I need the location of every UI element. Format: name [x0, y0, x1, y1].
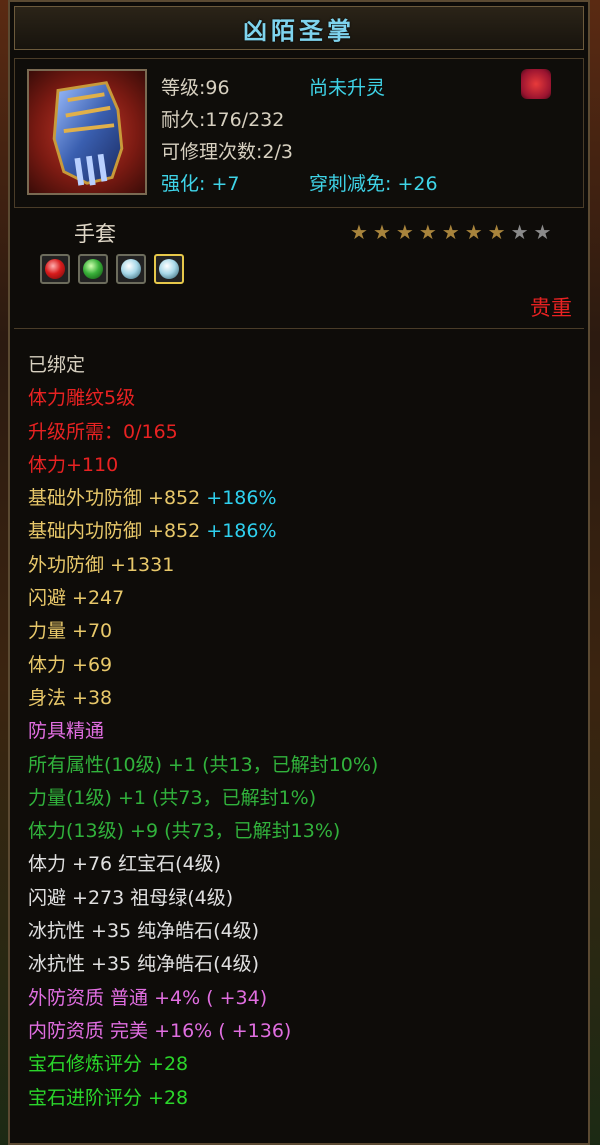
- background-right-edge: [590, 0, 600, 1145]
- attribute-text: 宝石修炼评分 +28: [28, 1053, 189, 1076]
- star-icon: ★: [350, 220, 368, 244]
- rarity-label: 贵重: [530, 296, 572, 320]
- attribute-line: 宝石进阶评分 +28: [28, 1082, 378, 1115]
- attribute-text: 防具精通: [28, 720, 105, 743]
- attribute-line: 已绑定: [28, 349, 378, 382]
- attribute-line: 体力 +69: [28, 649, 378, 682]
- attribute-text: 基础外功防御 +852: [28, 487, 201, 510]
- attribute-line: 基础内功防御 +852 +186%: [28, 515, 378, 548]
- attribute-text: 体力雕纹5级: [28, 387, 136, 410]
- star-icon: ★: [487, 220, 506, 244]
- attribute-line: 体力(13级) +9 (共73，已解封13%): [28, 815, 378, 848]
- gem-socket[interactable]: [78, 254, 108, 284]
- attribute-line: 基础外功防御 +852 +186%: [28, 482, 378, 515]
- attribute-line: 体力 +76 红宝石(4级): [28, 848, 378, 881]
- attribute-text: 身法 +38: [28, 686, 113, 709]
- attribute-text: 体力+110: [28, 453, 119, 476]
- star-rating: ★ ★ ★ ★ ★ ★ ★ ★ ★: [350, 222, 551, 242]
- attribute-line: 内防资质 完美 +16% ( +136): [28, 1015, 378, 1048]
- gem-socket[interactable]: [154, 254, 184, 284]
- attribute-line: 冰抗性 +35 纯净皓石(4级): [28, 915, 378, 948]
- pure-gem-icon: [121, 259, 141, 279]
- attribute-line: 防具精通: [28, 715, 378, 748]
- attribute-text: 宝石进阶评分 +28: [28, 1086, 189, 1109]
- attribute-line: 身法 +38: [28, 682, 378, 715]
- star-icon: ★: [464, 220, 483, 244]
- item-name: 凶陌圣掌: [243, 16, 355, 45]
- item-subheader: 手套 ★ ★ ★ ★ ★ ★ ★ ★ ★ 贵重: [14, 212, 584, 322]
- item-level: 等级:96: [161, 77, 230, 99]
- attribute-text: 基础内功防御 +852: [28, 520, 201, 543]
- attribute-text: 体力 +69: [28, 653, 113, 676]
- attribute-text: 体力(13级) +9 (共73，已解封13%): [28, 820, 341, 843]
- attribute-text: 冰抗性 +35 纯净皓石(4级): [28, 953, 260, 976]
- attribute-text: 力量 +70: [28, 620, 113, 643]
- attribute-line: 力量(1级) +1 (共73，已解封1%): [28, 782, 378, 815]
- gauntlet-icon: [27, 69, 147, 195]
- attribute-bonus: +186%: [200, 487, 277, 510]
- attribute-line: 宝石修炼评分 +28: [28, 1048, 378, 1081]
- attribute-line: 外防资质 普通 +4% ( +34): [28, 982, 378, 1015]
- background-left-edge: [0, 0, 8, 1145]
- attribute-text: 升级所需：0/165: [28, 420, 178, 443]
- attribute-line: 外功防御 +1331: [28, 549, 378, 582]
- item-tooltip-panel: 凶陌圣掌 等级:96 尚未升灵 耐久:176/232 可修理次数:2/3 强化:…: [8, 0, 590, 1145]
- pierce-reduction: 穿刺减免: +26: [309, 173, 438, 195]
- enhance-level: 强化: +7: [161, 173, 240, 195]
- star-icon: ★: [441, 220, 460, 244]
- attribute-line: 升级所需：0/165: [28, 416, 378, 449]
- attribute-text: 闪避 +247: [28, 587, 125, 610]
- attribute-text: 所有属性(10级) +1 (共13，已解封10%): [28, 753, 379, 776]
- upgrade-badge-icon: [521, 69, 551, 99]
- attribute-line: 冰抗性 +35 纯净皓石(4级): [28, 948, 378, 981]
- star-icon: ★: [395, 220, 414, 244]
- attribute-bonus: +186%: [200, 520, 277, 543]
- attribute-text: 已绑定: [28, 354, 86, 376]
- attribute-list: 已绑定体力雕纹5级升级所需：0/165 体力+110 基础外功防御 +852 +18…: [28, 349, 378, 1115]
- attribute-text: 体力 +76 红宝石(4级): [28, 853, 222, 876]
- durability: 耐久:176/232: [161, 109, 285, 131]
- attribute-text: 外功防御 +1331: [28, 553, 175, 576]
- attribute-line: 力量 +70: [28, 615, 378, 648]
- star-icon: ★: [418, 220, 437, 244]
- star-icon: ★: [510, 220, 529, 244]
- gem-sockets: [40, 254, 184, 284]
- title-bar: 凶陌圣掌: [14, 6, 584, 50]
- attribute-section: 已绑定体力雕纹5级升级所需：0/165 体力+110 基础外功防御 +852 +18…: [14, 328, 584, 1139]
- attribute-line: 体力+110: [28, 449, 378, 482]
- attribute-line: 体力雕纹5级: [28, 382, 378, 415]
- attribute-text: 力量(1级) +1 (共73，已解封1%): [28, 786, 317, 809]
- attribute-text: 内防资质 完美 +16% ( +136): [28, 1019, 292, 1042]
- star-icon: ★: [533, 220, 552, 244]
- attribute-text: 闪避 +273 祖母绿(4级): [28, 886, 234, 909]
- star-icon: ★: [372, 220, 391, 244]
- attribute-line: 闪避 +247: [28, 582, 378, 615]
- repair-count: 可修理次数:2/3: [161, 141, 293, 163]
- ruby-icon: [45, 259, 65, 279]
- attribute-text: 冰抗性 +35 纯净皓石(4级): [28, 920, 260, 943]
- attribute-line: 所有属性(10级) +1 (共13，已解封10%): [28, 749, 378, 782]
- item-header: 等级:96 尚未升灵 耐久:176/232 可修理次数:2/3 强化: +7 穿…: [14, 58, 584, 208]
- attribute-text: 外防资质 普通 +4% ( +34): [28, 986, 268, 1009]
- attribute-line: 闪避 +273 祖母绿(4级): [28, 882, 378, 915]
- emerald-icon: [83, 259, 103, 279]
- gem-socket[interactable]: [40, 254, 70, 284]
- item-type: 手套: [74, 222, 116, 246]
- spirit-status: 尚未升灵: [309, 77, 386, 99]
- gem-socket[interactable]: [116, 254, 146, 284]
- pure-gem-icon: [159, 259, 179, 279]
